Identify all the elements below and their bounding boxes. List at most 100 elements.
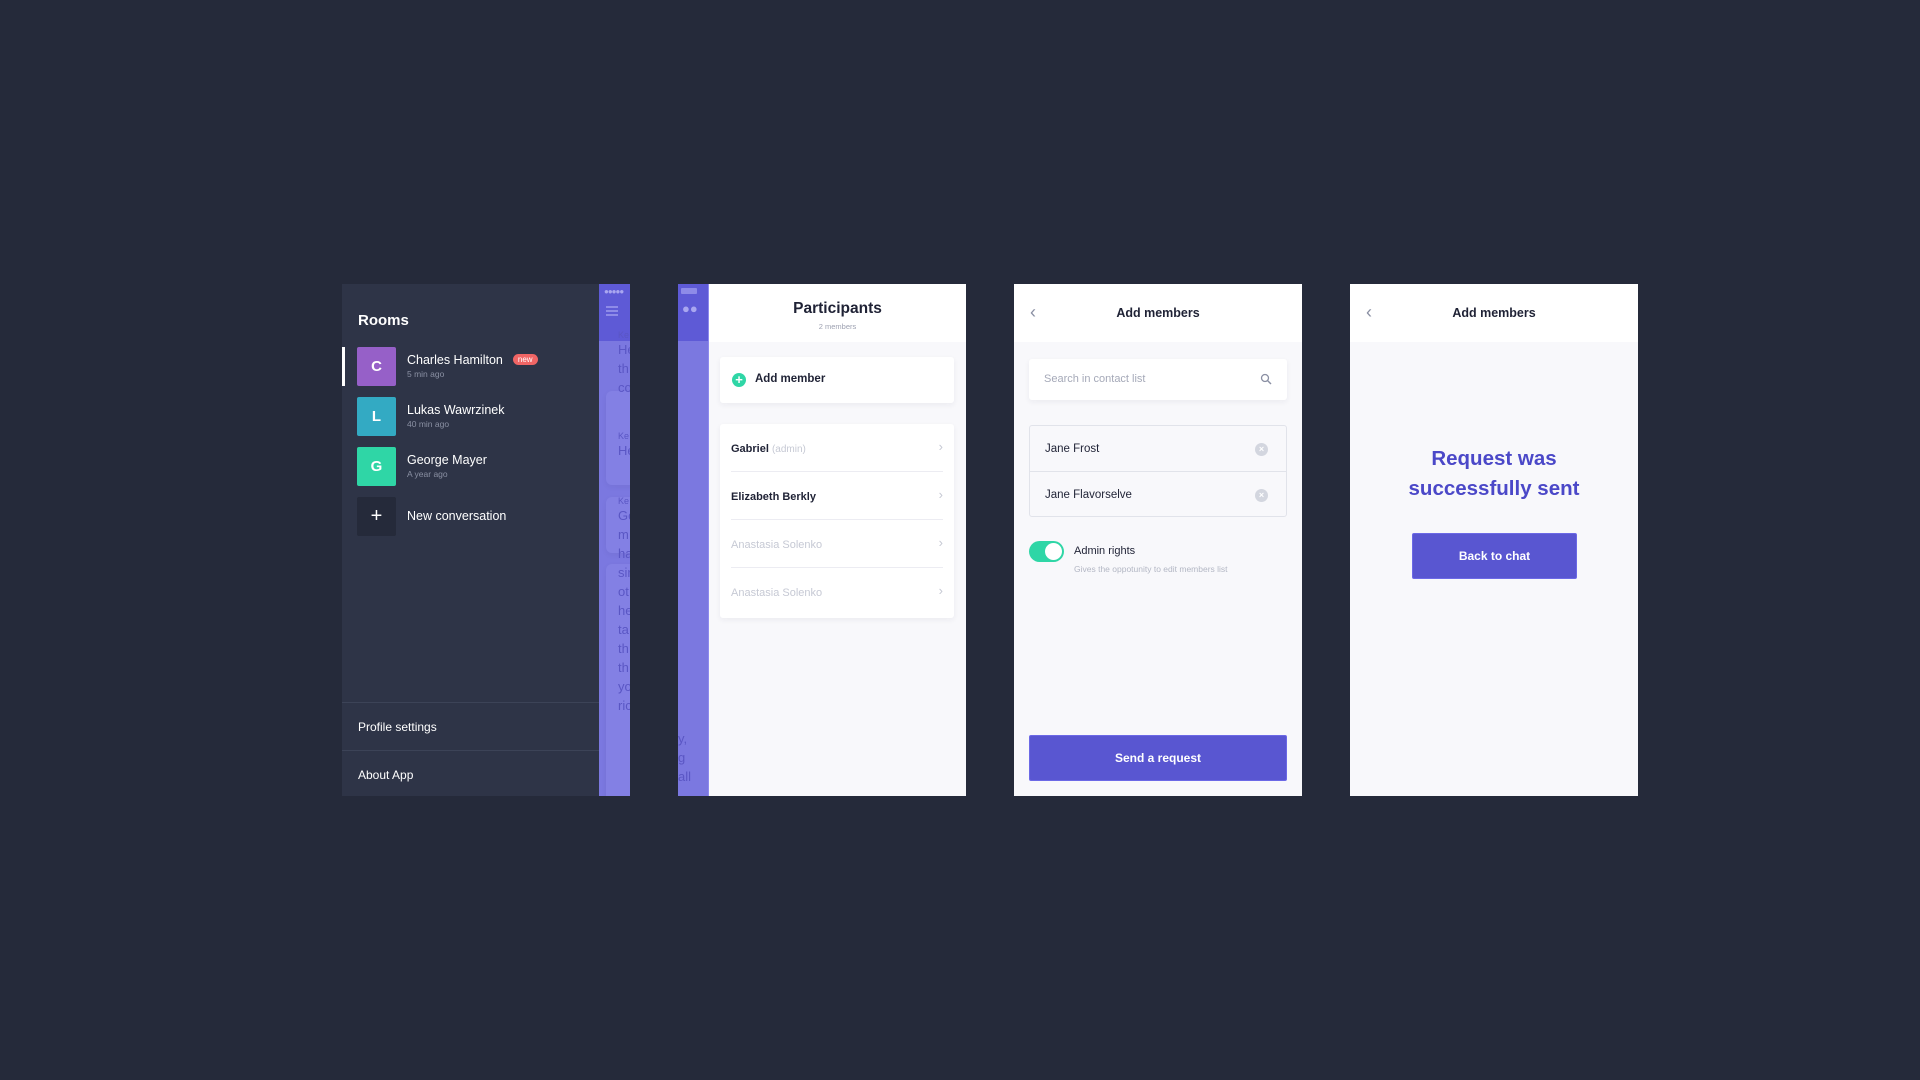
toggle-label: Admin rights [1074,545,1136,557]
toggle-knob [1045,543,1062,560]
chevron-right-icon: › [938,583,943,598]
msg-line: sir [618,565,630,580]
msg-author: Ke [618,496,630,506]
room-name: Charles Hamilton new [407,353,538,367]
members-list: Gabriel (admin) › Elizabeth Berkly › Anast… [720,424,954,618]
msg-line: all [678,769,692,784]
selected-contact: Jane Frost × [1030,426,1286,472]
search-icon [1260,373,1272,385]
chat-text-fragments: y, g all [678,729,691,786]
admin-tag: (admin) [771,444,806,455]
success-line: successfully sent [1408,477,1580,500]
add-member-button[interactable]: + Add member [720,357,954,403]
msg-line: He [618,443,630,458]
search-input[interactable]: Search in contact list [1029,359,1287,400]
avatar: G [357,447,396,486]
member-name-text: Gabriel [731,443,769,455]
add-members-screen: ‹ Add members Search in contact list Jan… [1014,284,1302,796]
battery-icon [681,288,697,294]
contact-name: Jane Frost [1045,443,1100,455]
admin-rights-toggle[interactable] [1029,541,1064,562]
room-time: A year ago [407,469,448,479]
msg-line: ha [618,546,630,561]
member-name: Gabriel (admin) [731,443,806,455]
room-item-george[interactable]: G George Mayer A year ago [342,447,599,489]
msg-line: yo [618,679,630,694]
toggle-hint: Gives the oppotunity to edit members lis… [1074,564,1228,574]
member-row[interactable]: Anastasia Solenko › [731,520,943,568]
add-member-label: Add member [755,373,826,385]
new-conversation-label: New conversation [407,509,507,523]
contact-name: Jane Flavorselve [1045,489,1132,501]
msg-line: m [618,527,629,542]
member-row[interactable]: Gabriel (admin) › [731,424,943,472]
chat-header: ●● [678,284,708,341]
header: ‹ Add members [1350,284,1638,342]
avatar: L [357,397,396,436]
member-name: Anastasia Solenko [731,587,823,599]
member-row[interactable]: Elizabeth Berkly › [731,472,943,520]
request-sent-screen: ‹ Add members Request was successfully s… [1350,284,1638,796]
signal-icon: ●●●●● [604,287,624,296]
rooms-title: Rooms [358,312,409,329]
profile-settings-link[interactable]: Profile settings [358,720,437,734]
participants-header: Participants 2 members [709,284,966,342]
divider [342,750,599,751]
msg-author: Ke [618,330,630,340]
msg-line: Ge [618,508,630,523]
msg-line: ot [618,584,629,599]
msg-line: th [618,361,629,376]
member-count: 2 members [818,322,857,331]
chat-text-fragments: Ke He th co Ke He Ke Ge m ha sir ot he t… [618,326,630,715]
header: ‹ Add members [1014,284,1302,342]
chevron-right-icon: › [938,439,943,454]
msg-line: co [618,380,630,395]
room-time: 5 min ago [407,369,445,379]
msg-line: ric [618,698,630,713]
menu-icon[interactable] [606,306,618,308]
room-name-text: Charles Hamilton [407,353,503,367]
msg-author: Ke [618,431,630,441]
msg-line: He [618,342,630,357]
msg-line: g [678,750,686,765]
room-item-lukas[interactable]: L Lukas Wawrzinek 40 min ago [342,397,599,439]
room-item-charles[interactable]: C Charles Hamilton new 5 min ago [342,347,599,389]
plus-circle-icon: + [732,373,746,387]
msg-line: he [618,603,630,618]
member-row[interactable]: Anastasia Solenko › [731,568,943,616]
page-title: Add members [1452,306,1536,320]
search-placeholder: Search in contact list [1044,373,1146,385]
member-name: Elizabeth Berkly [731,491,816,503]
msg-line: ta [618,622,629,637]
about-app-link[interactable]: About App [358,768,413,782]
remove-icon[interactable]: × [1255,443,1268,456]
page-title: Add members [1116,306,1200,320]
remove-icon[interactable]: × [1255,489,1268,502]
success-message: Request was successfully sent [1350,444,1638,504]
new-conversation-button[interactable]: + New conversation [342,497,599,539]
chat-preview-strip: ●● y, g all [678,284,709,796]
rooms-screen: Rooms C Charles Hamilton new 5 min ago L … [342,284,630,796]
room-name: George Mayer [407,453,487,467]
room-name: Lukas Wawrzinek [407,403,505,417]
chevron-right-icon: › [938,535,943,550]
active-indicator [342,347,345,386]
chat-preview-strip: ●●●●● Ke He th co Ke He Ke Ge m ha sir o… [599,284,630,796]
msg-line: th [618,660,629,675]
chevron-right-icon: › [938,487,943,502]
participants-icon[interactable]: ●● [682,301,698,316]
back-to-chat-button[interactable]: Back to chat [1412,533,1577,579]
participants-screen: ●● y, g all Participants 2 members + Add… [678,284,966,796]
room-time: 40 min ago [407,419,450,429]
rooms-sidebar: Rooms C Charles Hamilton new 5 min ago L … [342,284,599,796]
msg-line: y, [678,731,688,746]
member-name: Anastasia Solenko [731,539,823,551]
msg-line: th [618,641,629,656]
divider [342,702,599,703]
selected-contact: Jane Flavorselve × [1030,472,1286,518]
page-title: Participants [793,300,882,317]
success-line: Request was [1431,447,1557,470]
avatar: C [357,347,396,386]
plus-icon: + [357,497,396,536]
send-request-button[interactable]: Send a request [1029,735,1287,781]
